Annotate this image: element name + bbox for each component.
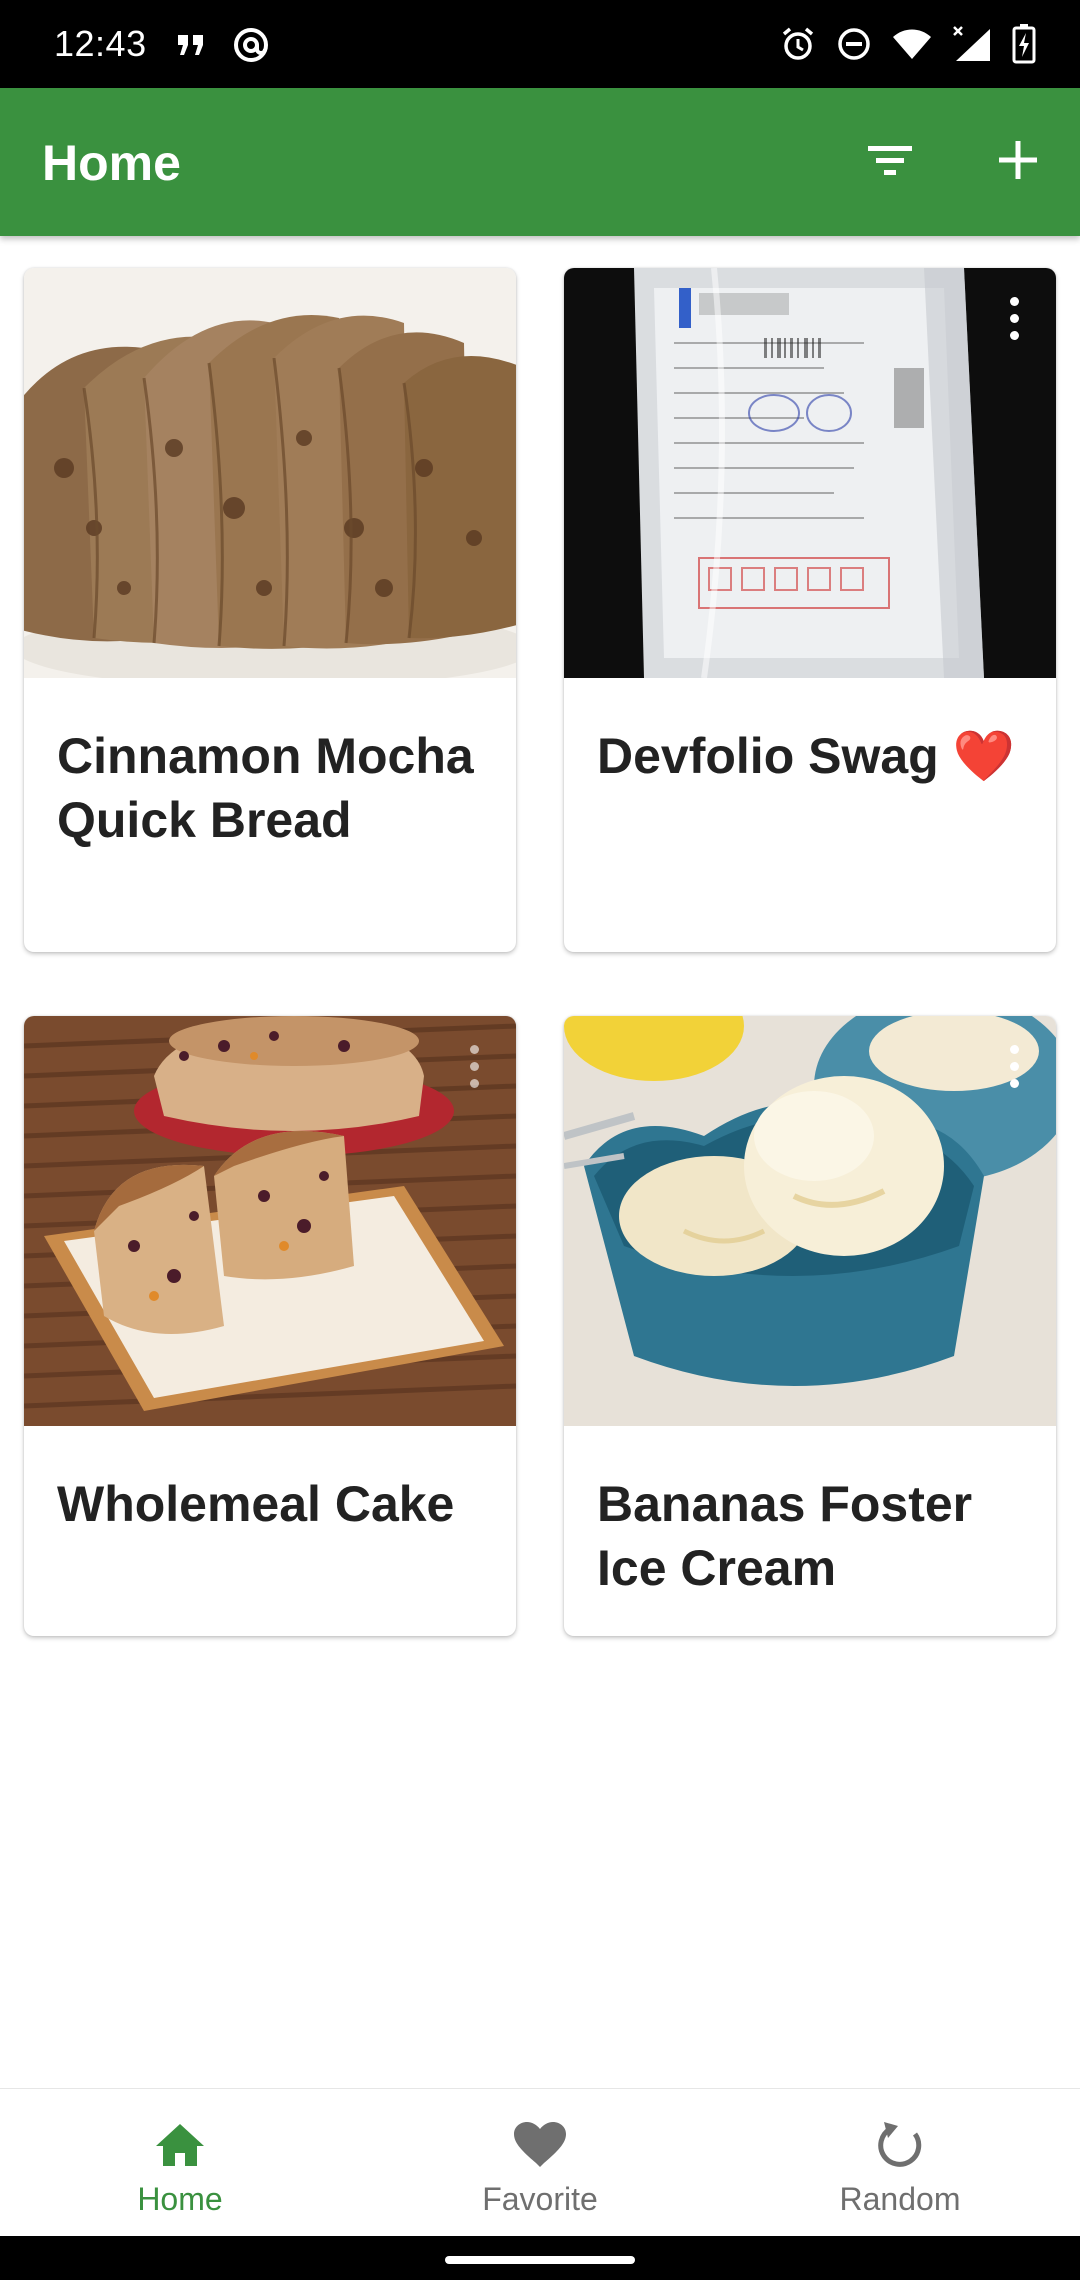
alarm-icon: [780, 26, 816, 62]
more-options-button[interactable]: [994, 1036, 1034, 1096]
home-icon: [150, 2117, 210, 2173]
filter-button[interactable]: [850, 128, 930, 198]
more-dot: [1009, 1061, 1019, 1071]
refresh-icon: [870, 2117, 930, 2173]
more-options-button[interactable]: [994, 288, 1034, 348]
recipe-card[interactable]: Devfolio Swag ❤️: [564, 268, 1056, 952]
page-title: Home: [42, 135, 181, 191]
recipe-image: [24, 1016, 516, 1426]
more-dot: [469, 1044, 479, 1054]
recipe-title: Cinnamon Mocha Quick Bread: [57, 728, 474, 848]
status-left-icons: [176, 24, 270, 66]
add-recipe-button[interactable]: [978, 124, 1058, 200]
recipe-image: [24, 268, 516, 678]
more-dot: [1009, 313, 1019, 323]
recipe-title: Bananas Foster Ice Cream: [597, 1476, 973, 1596]
more-dot: [469, 1061, 479, 1071]
nav-item-favorite[interactable]: Favorite: [360, 2089, 720, 2237]
filter-icon: [866, 143, 914, 184]
bottom-navigation: Home Favorite Random: [0, 2088, 1080, 2236]
more-dot: [1009, 1044, 1019, 1054]
nav-label: Random: [839, 2181, 961, 2217]
at-sign-icon: [232, 26, 270, 64]
more-dot: [1009, 296, 1019, 306]
recipe-image: [564, 1016, 1056, 1426]
nav-label: Favorite: [482, 2181, 598, 2217]
status-time: 12:43: [54, 23, 147, 64]
wifi-icon: [892, 27, 932, 61]
more-dot: [1009, 330, 1019, 340]
heart-icon: [510, 2117, 570, 2173]
system-gesture-bar: [0, 2236, 1080, 2280]
battery-charging-icon: [1012, 24, 1036, 64]
recipe-card[interactable]: Cinnamon Mocha Quick Bread: [24, 268, 516, 952]
do-not-disturb-icon: [836, 26, 872, 62]
gesture-handle[interactable]: [445, 2256, 635, 2264]
nav-label: Home: [137, 2181, 223, 2217]
status-bar: 12:43: [0, 0, 1080, 88]
recipe-image: [564, 268, 1056, 678]
recipe-title: Devfolio Swag ❤️: [597, 728, 1015, 784]
nav-item-random[interactable]: Random: [720, 2089, 1080, 2237]
more-options-button[interactable]: [454, 1036, 494, 1096]
signal-icon: [952, 25, 992, 63]
status-right-icons: [780, 22, 1036, 66]
add-icon: [997, 139, 1039, 186]
nav-item-home[interactable]: Home: [0, 2089, 360, 2237]
recipe-card[interactable]: Bananas Foster Ice Cream: [564, 1016, 1056, 1636]
recipe-title: Wholemeal Cake: [57, 1476, 455, 1532]
quote-notification-icon: [176, 33, 206, 57]
more-dot: [1009, 1078, 1019, 1088]
more-dot: [469, 1078, 479, 1088]
recipe-card[interactable]: Wholemeal Cake: [24, 1016, 516, 1636]
app-bar: Home: [0, 88, 1080, 236]
